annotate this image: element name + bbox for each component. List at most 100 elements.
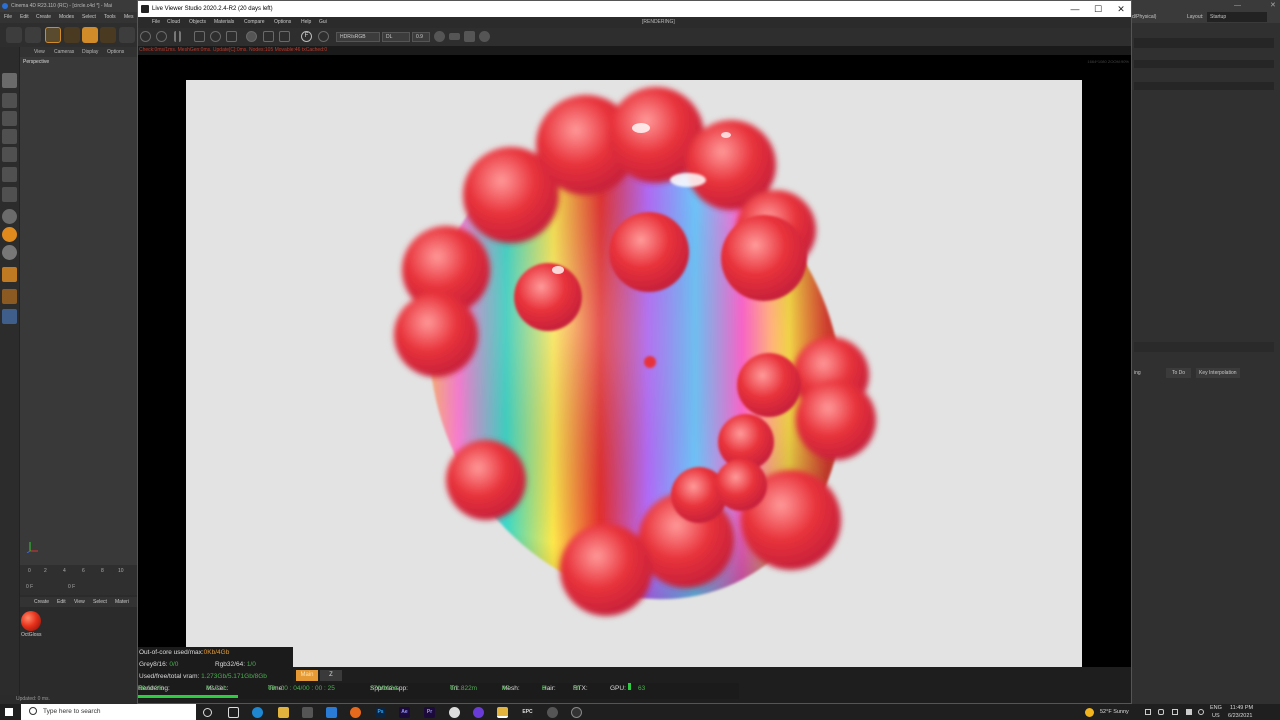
exposure-field[interactable]: 0.9 xyxy=(412,32,430,42)
lv-menu-cloud[interactable]: Cloud xyxy=(167,17,180,28)
object-row[interactable] xyxy=(1134,82,1274,90)
after-effects-icon[interactable]: Ae xyxy=(399,707,410,718)
task-view-icon[interactable] xyxy=(228,707,239,718)
channel-select[interactable]: DL xyxy=(382,32,410,42)
render-area[interactable]: 1664*1080 ZOOM:90% xyxy=(138,55,1131,667)
lv-menu-options[interactable]: Options xyxy=(274,17,291,28)
coordinate-system-icon[interactable] xyxy=(119,27,135,43)
tray-volume-icon[interactable] xyxy=(1198,709,1204,715)
layout-select[interactable]: Startup xyxy=(1207,12,1267,22)
pick-material-icon[interactable] xyxy=(263,31,274,42)
main-pass-button[interactable]: Main xyxy=(296,670,318,681)
tray-display-icon[interactable] xyxy=(1172,709,1178,715)
film-icon[interactable] xyxy=(449,33,460,40)
epic-games-icon[interactable]: EPC xyxy=(522,707,533,718)
photoshop-icon[interactable]: Ps xyxy=(375,707,386,718)
c4d-viewport[interactable]: Perspective xyxy=(20,57,137,565)
model-mode-icon[interactable] xyxy=(2,73,17,88)
octane-icon[interactable] xyxy=(2,267,17,282)
texture-mode-icon[interactable] xyxy=(2,93,17,108)
lv-menu-materials[interactable]: Materials xyxy=(214,17,234,28)
c4d-menu-edit[interactable]: Edit xyxy=(20,12,29,23)
cortana-icon[interactable] xyxy=(203,708,212,717)
script-s-icon[interactable] xyxy=(2,209,17,224)
timeline[interactable]: 0 2 4 6 8 10 0 F 0 F xyxy=(20,565,137,595)
close-button[interactable]: ✕ xyxy=(1109,1,1133,17)
pause-icon[interactable] xyxy=(174,31,181,42)
focus-f-icon[interactable]: F xyxy=(301,31,312,42)
lock-icon[interactable] xyxy=(226,31,237,42)
firefox-icon[interactable] xyxy=(350,707,361,718)
clock-time[interactable]: 11:49 PM xyxy=(1230,704,1253,712)
mat-menu-select[interactable]: Select xyxy=(93,597,107,607)
z-pass-button[interactable]: Z xyxy=(320,670,342,681)
frame-end-field[interactable]: 0 F xyxy=(68,584,75,590)
c4d-close-icon[interactable]: ✕ xyxy=(1270,0,1276,11)
c4d-menu-modes[interactable]: Modes xyxy=(59,12,74,23)
windows-start-icon[interactable] xyxy=(5,708,13,716)
edges-mode-icon[interactable] xyxy=(2,129,17,144)
lv-menu-objects[interactable]: Objects xyxy=(189,17,206,28)
camera-icon[interactable] xyxy=(464,31,475,42)
chrome-icon[interactable] xyxy=(449,707,460,718)
gear-icon[interactable] xyxy=(210,31,221,42)
render-canvas[interactable] xyxy=(186,80,1082,667)
tray-app-icon[interactable] xyxy=(1158,709,1164,715)
snap-icon[interactable] xyxy=(2,187,17,202)
lock-view-icon[interactable] xyxy=(434,31,445,42)
script-grey-icon[interactable] xyxy=(2,245,17,260)
c4d-menu-tools[interactable]: Tools xyxy=(104,12,116,23)
maximize-button[interactable]: ☐ xyxy=(1086,1,1110,17)
folder-icon[interactable] xyxy=(497,707,508,718)
frame-start-field[interactable]: 0 F xyxy=(26,584,33,590)
settings-icon[interactable] xyxy=(140,31,151,42)
material-preview-ball[interactable] xyxy=(21,611,41,631)
octane-material-icon[interactable] xyxy=(2,289,17,304)
store-icon[interactable] xyxy=(302,707,313,718)
keyboard-layout[interactable]: US xyxy=(1212,712,1220,720)
clock-date[interactable]: 6/23/2021 xyxy=(1228,712,1252,720)
points-mode-icon[interactable] xyxy=(2,111,17,126)
lv-menu-help[interactable]: Help xyxy=(301,17,311,28)
obs-icon[interactable] xyxy=(473,707,484,718)
c4d-menu-select[interactable]: Select xyxy=(82,12,96,23)
clear-icon[interactable] xyxy=(479,31,490,42)
mat-menu-view[interactable]: View xyxy=(74,597,85,607)
viewport-menu-cameras[interactable]: Cameras xyxy=(54,47,74,57)
undo-icon[interactable] xyxy=(6,27,22,43)
pick-object-icon[interactable] xyxy=(279,31,290,42)
viewport-menu-options[interactable]: Options xyxy=(107,47,124,57)
attr-column[interactable]: Key Interpolation xyxy=(1196,368,1240,378)
move-tool-icon[interactable] xyxy=(45,27,61,43)
premiere-icon[interactable]: Pr xyxy=(424,707,435,718)
object-row[interactable] xyxy=(1134,60,1274,68)
redo-icon[interactable] xyxy=(25,27,41,43)
restart-render-icon[interactable] xyxy=(156,31,167,42)
weather-sun-icon[interactable] xyxy=(1085,708,1094,717)
tray-wifi-icon[interactable] xyxy=(1186,709,1192,715)
axis-mode-icon[interactable] xyxy=(2,167,17,182)
region-render-icon[interactable] xyxy=(194,31,205,42)
viewport-menu-view[interactable]: View xyxy=(34,47,45,57)
c4d-menu-mesh[interactable]: Mes xyxy=(124,12,133,23)
attr-column[interactable]: To Do xyxy=(1166,368,1192,378)
color-space-select[interactable]: HDR/sRGB xyxy=(336,32,380,42)
live-select-icon[interactable] xyxy=(64,27,80,43)
mat-menu-create[interactable]: Create xyxy=(34,597,49,607)
polygons-mode-icon[interactable] xyxy=(2,147,17,162)
mail-icon[interactable] xyxy=(326,707,337,718)
tray-network-icon[interactable] xyxy=(1145,709,1151,715)
cinema4d-taskbar-icon[interactable] xyxy=(547,707,558,718)
language-indicator[interactable]: ENG xyxy=(1210,704,1222,712)
c4d-menu-file[interactable]: File xyxy=(4,12,12,23)
c4d-menu-create[interactable]: Create xyxy=(36,12,51,23)
weather-text[interactable]: 52°F Sunny xyxy=(1100,708,1129,716)
pick-focus-icon[interactable] xyxy=(246,31,257,42)
clay-mode-icon[interactable] xyxy=(318,31,329,42)
viewport-menu-display[interactable]: Display xyxy=(82,47,98,57)
octane-taskbar-icon[interactable] xyxy=(571,707,582,718)
c4d-minimize-icon[interactable]: — xyxy=(1234,0,1241,11)
mat-menu-material[interactable]: Materi xyxy=(115,597,129,607)
lv-menu-gui[interactable]: Gui xyxy=(319,17,327,28)
minimize-button[interactable]: — xyxy=(1063,1,1087,17)
